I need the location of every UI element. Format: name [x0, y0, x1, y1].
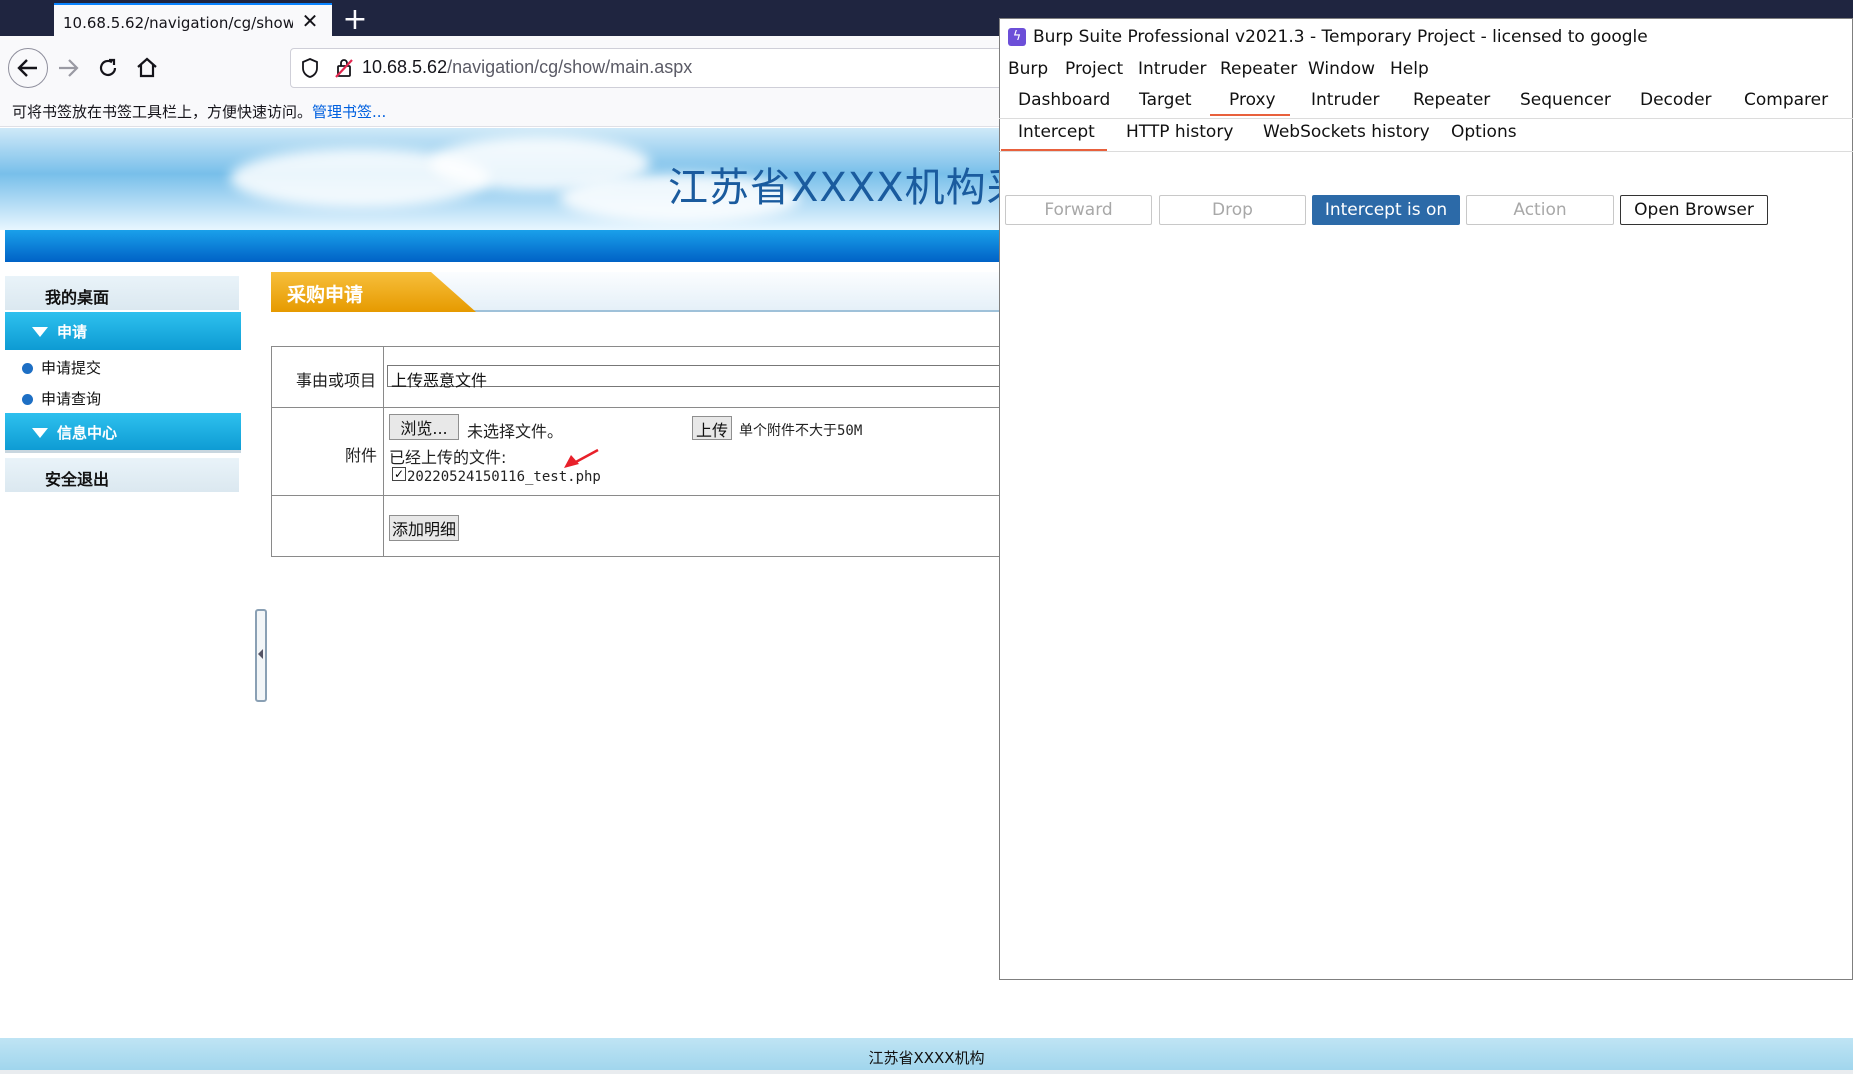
- subtab-http-history[interactable]: HTTP history: [1126, 122, 1233, 142]
- browser-tab[interactable]: 10.68.5.62/navigation/cg/show/main.aspx: [54, 3, 332, 36]
- menu-burp[interactable]: Burp: [1008, 59, 1048, 79]
- active-tab-indicator: [1210, 114, 1290, 116]
- subtab-websockets-history[interactable]: WebSockets history: [1263, 122, 1430, 142]
- attachment-label: 附件: [345, 446, 378, 465]
- forward-button[interactable]: Forward: [1005, 195, 1152, 225]
- back-arrow-icon: [17, 59, 37, 77]
- subtab-divider: [999, 151, 1853, 152]
- new-tab-button[interactable]: +: [340, 2, 370, 38]
- menu-help[interactable]: Help: [1390, 59, 1429, 79]
- intercept-toggle-button[interactable]: Intercept is on: [1312, 195, 1460, 225]
- shield-icon[interactable]: [300, 57, 320, 79]
- sidebar-item-query[interactable]: 申请查询: [22, 388, 101, 409]
- url-text: 10.68.5.62/navigation/cg/show/main.aspx: [362, 57, 693, 77]
- action-button[interactable]: Action: [1466, 195, 1614, 225]
- forward-nav-button[interactable]: [50, 50, 86, 86]
- site-footer: 江苏省XXXX机构: [0, 1038, 1853, 1074]
- uploaded-label: 已经上传的文件:: [389, 448, 507, 467]
- uploaded-file-name: 20220524150116_test.php: [407, 469, 601, 485]
- menu-window[interactable]: Window: [1308, 59, 1375, 79]
- tab-proxy[interactable]: Proxy: [1229, 90, 1276, 110]
- drop-button[interactable]: Drop: [1159, 195, 1306, 225]
- window-bottom-edge: [0, 1070, 1853, 1074]
- subject-input[interactable]: 上传恶意文件: [387, 365, 1000, 390]
- browser-tab-title: 10.68.5.62/navigation/cg/show/main.aspx: [63, 14, 293, 32]
- tab-decoder[interactable]: Decoder: [1640, 90, 1712, 110]
- red-arrow-annotation: [560, 448, 600, 470]
- sidebar-item-logout[interactable]: 安全退出: [5, 458, 239, 492]
- burp-logo-icon: ϟ: [1008, 28, 1026, 46]
- tab-dashboard[interactable]: Dashboard: [1018, 90, 1110, 110]
- uploaded-file-checkbox[interactable]: ✓: [392, 467, 406, 481]
- no-file-text: 未选择文件。: [467, 422, 564, 441]
- subtab-intercept[interactable]: Intercept: [1018, 122, 1095, 142]
- reload-button[interactable]: [90, 50, 126, 86]
- burp-window-title: Burp Suite Professional v2021.3 - Tempor…: [1033, 27, 1648, 47]
- menu-repeater[interactable]: Repeater: [1220, 59, 1297, 79]
- site-nav-bar: [5, 230, 1000, 262]
- upload-button[interactable]: 上传: [692, 416, 732, 440]
- sidebar-divider: [5, 450, 241, 453]
- tab-repeater[interactable]: Repeater: [1413, 90, 1490, 110]
- home-button[interactable]: [129, 50, 165, 86]
- tab-target[interactable]: Target: [1139, 90, 1192, 110]
- tab-sequencer[interactable]: Sequencer: [1520, 90, 1611, 110]
- browse-button[interactable]: 浏览...: [389, 414, 459, 440]
- form-row-divider: [271, 407, 1000, 408]
- menu-intruder[interactable]: Intruder: [1138, 59, 1206, 79]
- forward-arrow-icon: [59, 59, 79, 77]
- size-limit-note: 单个附件不大于50M: [739, 423, 863, 439]
- form-row-divider: [271, 495, 1000, 496]
- tab-intruder[interactable]: Intruder: [1311, 90, 1379, 110]
- bookmark-hint: 可将书签放在书签工具栏上，方便快速访问。管理书签...: [12, 103, 387, 121]
- subtab-options[interactable]: Options: [1451, 122, 1517, 142]
- insecure-lock-icon[interactable]: [334, 57, 354, 79]
- tab-comparer[interactable]: Comparer: [1744, 90, 1828, 110]
- chevron-down-icon: [32, 428, 48, 438]
- add-detail-button[interactable]: 添加明细: [389, 515, 459, 541]
- home-icon: [137, 57, 157, 78]
- section-title: 采购申请: [287, 284, 364, 306]
- manage-bookmarks-link[interactable]: 管理书签...: [312, 103, 386, 121]
- chevron-left-icon: [258, 649, 263, 659]
- menu-project[interactable]: Project: [1065, 59, 1123, 79]
- sidebar-item-submit[interactable]: 申请提交: [22, 357, 101, 378]
- burp-suite-window: [999, 18, 1853, 980]
- subject-label: 事由或项目: [296, 371, 377, 390]
- form-column-divider: [383, 346, 384, 557]
- reload-icon: [99, 58, 117, 77]
- close-tab-icon[interactable]: ✕: [300, 9, 320, 33]
- tab-divider: [999, 118, 1853, 119]
- sidebar-item-desktop[interactable]: 我的桌面: [5, 276, 239, 310]
- bullet-icon: [22, 394, 33, 405]
- bullet-icon: [22, 363, 33, 374]
- open-browser-button[interactable]: Open Browser: [1620, 195, 1768, 225]
- back-button[interactable]: [8, 48, 48, 88]
- chevron-down-icon: [32, 327, 48, 337]
